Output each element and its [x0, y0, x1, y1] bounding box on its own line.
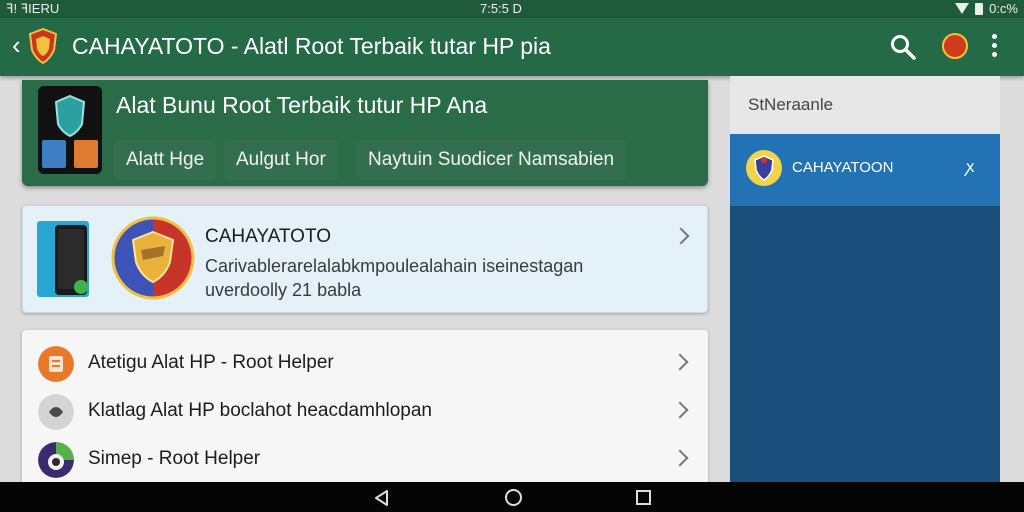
app-icon-purple	[38, 442, 74, 478]
list-item[interactable]: Atetigu Alat HP - Root Helper	[22, 338, 708, 386]
phone-icon	[37, 221, 89, 297]
status-time: 7:5:5 D	[480, 1, 522, 16]
featured-app-description: Carivablerarelalabkmpoulealahain iseines…	[205, 256, 584, 300]
app-bar: ‹ CAHAYATOTO - Alatl Root Terbaik tutar …	[0, 18, 1024, 76]
side-panel-title: StNeraanle	[748, 95, 834, 114]
hero-title: Alat Bunu Root Terbaik tutur HP Ana	[116, 92, 488, 118]
avatar[interactable]	[942, 33, 968, 59]
signal-icon	[955, 3, 970, 14]
side-panel-header: StNeraanle	[730, 76, 1000, 134]
status-notifications: ꟻ! ꟻIERU	[6, 1, 59, 17]
app-list: Atetigu Alat HP - Root Helper Klatlag Al…	[22, 330, 708, 482]
status-bar: ꟻ! ꟻIERU 7:5:5 D 0:c%	[0, 0, 1024, 18]
chevron-right-icon[interactable]	[671, 353, 689, 371]
featured-app-card[interactable]: CAHAYATOTO Carivablerarelalabkmpoulealah…	[22, 205, 708, 313]
status-left-text: ꟻ! ꟻIERU	[6, 1, 60, 16]
chevron-right-icon[interactable]	[672, 227, 690, 245]
shield-logo-icon	[28, 28, 58, 64]
side-item-label: CAHAYATOON	[792, 159, 894, 176]
status-indicators: 0:c%	[955, 1, 1018, 16]
side-panel-item[interactable]: CAHAYATOON ꭗ	[730, 134, 1000, 206]
chevron-right-icon[interactable]	[671, 401, 689, 419]
nav-back-icon[interactable]	[373, 489, 391, 507]
side-item-shield-icon	[746, 150, 782, 186]
app-icon-gray	[38, 394, 74, 430]
app-title: CAHAYATOTO - Alatl Root Terbaik tutar HP…	[72, 33, 551, 59]
side-panel: StNeraanle CAHAYATOON ꭗ	[730, 76, 1000, 482]
nav-recents-icon[interactable]	[636, 490, 651, 505]
chip-3[interactable]: Naytuin Suodicer Namsabien	[356, 140, 627, 180]
side-panel-body	[730, 206, 1000, 482]
back-icon[interactable]: ‹	[12, 30, 21, 60]
list-item-label: Simep - Root Helper	[88, 448, 261, 469]
chip-1[interactable]: Alatt Hge	[114, 140, 217, 180]
search-icon[interactable]	[890, 34, 916, 60]
chip-2[interactable]: Aulgut Hor	[224, 140, 338, 180]
list-item[interactable]: Klatlag Alat HP boclahot heacdamhlopan	[22, 386, 708, 434]
list-item-label: Klatlag Alat HP boclahot heacdamhlopan	[88, 400, 433, 421]
pin-icon[interactable]: ꭗ	[966, 155, 974, 177]
list-item[interactable]: Simep - Root Helper	[22, 434, 708, 482]
featured-app-name: CAHAYATOTO	[205, 226, 331, 247]
navigation-bar	[0, 482, 1024, 512]
battery-percent: 0:c%	[989, 1, 1018, 16]
list-item-label: Atetigu Alat HP - Root Helper	[88, 352, 334, 373]
chevron-right-icon[interactable]	[671, 449, 689, 467]
hero-card: Alat Bunu Root Terbaik tutur HP Ana Alat…	[22, 80, 708, 186]
phone-shield-image	[38, 86, 102, 174]
cahayatoto-badge-icon	[111, 216, 195, 300]
battery-icon	[975, 2, 984, 15]
nav-home-icon[interactable]	[505, 489, 522, 506]
app-icon-orange	[38, 346, 74, 382]
more-vert-icon[interactable]	[988, 32, 1000, 62]
